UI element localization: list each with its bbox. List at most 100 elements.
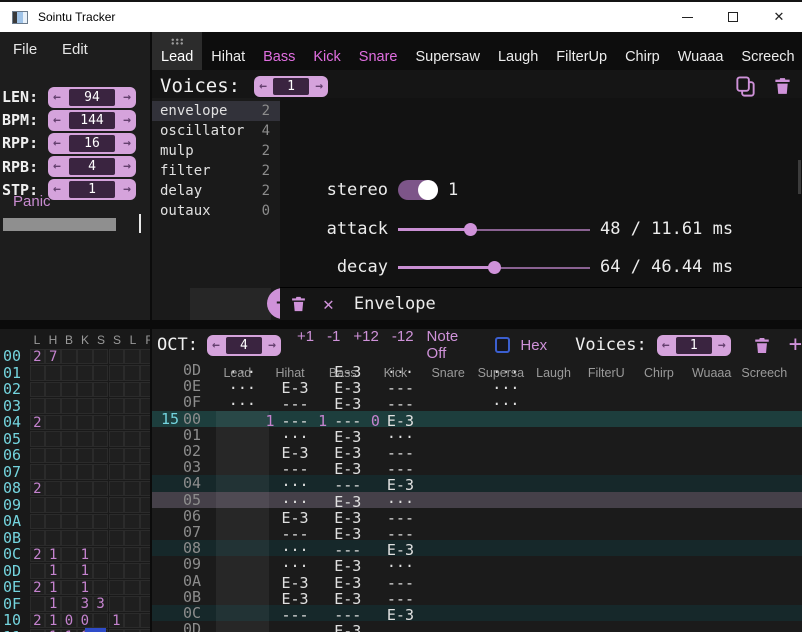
len-stepper[interactable]: ←94→ [48,87,136,108]
unit-item-oscillator[interactable]: oscillator4 [152,121,280,141]
order-cell[interactable] [109,563,125,579]
order-cell[interactable] [61,431,77,447]
stepper-right-arrow-icon[interactable]: → [268,339,276,352]
order-cell[interactable]: 2 [30,547,46,563]
order-cell[interactable] [61,481,77,497]
order-row-number[interactable]: 0E [3,579,27,596]
order-row-number[interactable]: 00 [3,348,27,365]
pattern-cell[interactable]: ··· [269,475,322,491]
order-cell[interactable] [93,563,109,579]
tab-bass[interactable]: Bass [254,32,304,70]
order-cell[interactable] [93,398,109,414]
order-cell[interactable] [109,398,125,414]
pattern-cell[interactable]: --- [269,394,322,410]
stepper-right-arrow-icon[interactable]: → [718,339,726,352]
order-cell[interactable] [124,481,140,497]
order-row-number[interactable]: 03 [3,398,27,415]
pattern-cell[interactable]: --- [374,378,427,394]
pattern-cell[interactable]: --- [374,443,427,459]
stepper-right-arrow-icon[interactable]: → [315,80,323,93]
order-cell[interactable] [77,514,93,530]
order-cell[interactable]: 3 [93,596,109,612]
order-cell[interactable] [109,464,125,480]
tab-chirp[interactable]: Chirp [616,32,669,70]
order-row-number[interactable]: 0F [3,596,27,613]
order-cell[interactable] [77,398,93,414]
order-cell[interactable] [30,365,46,381]
stepper-right-arrow-icon[interactable]: → [123,114,131,127]
pattern-cell[interactable]: ---1 [321,411,374,427]
order-cell[interactable] [45,464,61,480]
stepper-left-arrow-icon[interactable]: ← [53,183,61,196]
order-cell[interactable] [124,398,140,414]
order-cell[interactable]: 0 [77,613,93,629]
order-cell[interactable] [124,547,140,563]
-12-button[interactable]: -12 [392,329,414,362]
order-cell[interactable] [61,349,77,365]
close-button[interactable]: ✕ [756,2,802,32]
order-cell[interactable] [124,464,140,480]
order-cell[interactable] [30,448,46,464]
order-cell[interactable] [77,481,93,497]
order-cell[interactable] [140,464,150,480]
order-cell[interactable] [93,547,109,563]
order-cell[interactable]: 2 [30,580,46,596]
note-off-button[interactable]: Note Off [427,329,479,362]
order-cell[interactable]: 7 [45,349,61,365]
order-cell[interactable] [61,464,77,480]
order-cell[interactable] [140,497,150,513]
panic-button[interactable]: Panic [13,193,51,210]
stepper-right-arrow-icon[interactable]: → [123,137,131,150]
track-header-screech[interactable]: Screech [738,366,791,380]
slider-knob[interactable] [464,223,477,236]
add-track-button[interactable]: + [789,334,802,356]
order-cell[interactable] [45,448,61,464]
clear-unit-button[interactable]: ✕ [323,294,334,315]
track-header-bass[interactable]: Bass [316,366,369,380]
order-cell[interactable] [140,365,150,381]
order-cell[interactable]: 2 [30,613,46,629]
unit-item-envelope[interactable]: envelope2 [152,101,280,121]
order-cell[interactable] [30,431,46,447]
pattern-cell[interactable]: ··· [216,394,269,410]
order-cell[interactable] [45,530,61,546]
pattern-cell[interactable]: ··· [480,394,533,410]
tab-laugh[interactable]: Laugh [489,32,547,70]
order-cell[interactable] [30,464,46,480]
order-cell[interactable] [45,514,61,530]
order-cell[interactable] [124,448,140,464]
order-row-number[interactable]: 0A [3,513,27,530]
unit-item-mulp[interactable]: mulp2 [152,141,280,161]
pattern-cell[interactable]: --- [374,508,427,524]
pattern-cell[interactable]: --- [374,589,427,605]
rpp-stepper[interactable]: ←16→ [48,133,136,154]
order-cell[interactable] [30,514,46,530]
pattern-cell[interactable]: --- [374,573,427,589]
pattern-cell[interactable]: E-3 [321,427,374,443]
pattern-cell[interactable]: E-3 [321,556,374,572]
order-cell[interactable] [93,349,109,365]
minimize-button[interactable] [664,2,710,32]
unit-item-filter[interactable]: filter2 [152,161,280,181]
attack-slider[interactable] [398,219,590,239]
tab-kick[interactable]: Kick [304,32,349,70]
pattern-cell[interactable]: --- [321,540,374,556]
order-cell[interactable] [140,382,150,398]
stepper-left-arrow-icon[interactable]: ← [212,339,220,352]
order-cell[interactable] [140,431,150,447]
pattern-cell[interactable]: ··· [374,492,427,508]
order-cell[interactable] [124,613,140,629]
order-cell[interactable] [77,349,93,365]
order-cell[interactable] [77,464,93,480]
pattern-cell[interactable]: ··· [269,427,322,443]
order-cell[interactable]: 1 [45,596,61,612]
pattern-cell[interactable]: E-3 [321,524,374,540]
stepper-right-arrow-icon[interactable]: → [123,160,131,173]
pattern-cell[interactable]: ··· [269,540,322,556]
tab-snare[interactable]: Snare [350,32,407,70]
order-cell[interactable] [124,563,140,579]
order-cell[interactable] [77,415,93,431]
stepper-right-arrow-icon[interactable]: → [123,91,131,104]
order-cell[interactable] [109,349,125,365]
pattern-cell[interactable]: E-3 [374,605,427,621]
